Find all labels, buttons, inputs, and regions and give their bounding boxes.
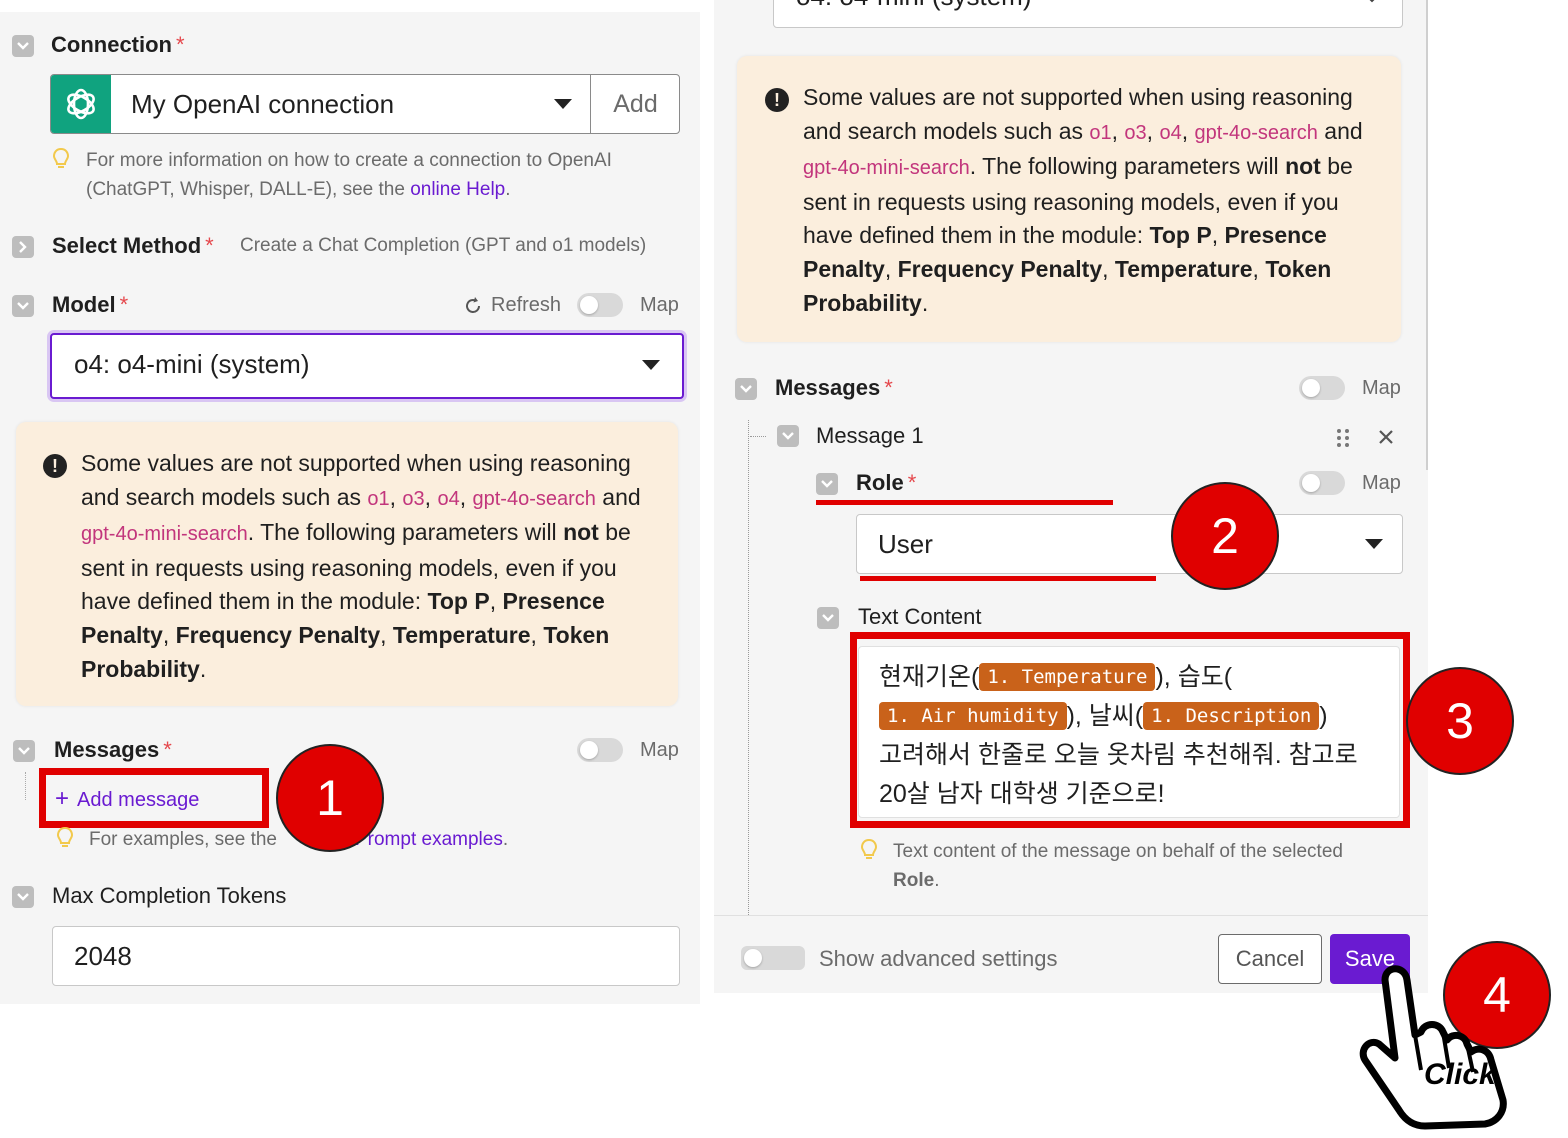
connection-collapse-icon[interactable]: [12, 35, 34, 57]
prompt-examples-link[interactable]: Prompt examples: [355, 829, 503, 850]
connection-value: My OpenAI connection: [131, 89, 395, 119]
role-map-label: Map: [1362, 472, 1401, 494]
message1-collapse-icon[interactable]: [777, 425, 799, 447]
close-icon[interactable]: [1378, 429, 1394, 445]
max-tokens-label: Max Completion Tokens: [52, 883, 287, 908]
method-expand-icon[interactable]: [12, 236, 34, 258]
warning-icon: !: [765, 88, 789, 112]
max-tokens-collapse-icon[interactable]: [12, 886, 34, 908]
role-collapse-icon[interactable]: [816, 473, 838, 495]
highlight-add-message: [39, 768, 269, 828]
messages-map-label: Map: [640, 739, 679, 761]
right-messages-map-toggle[interactable]: [1299, 376, 1345, 400]
right-panel-footer-divider: [714, 915, 1428, 916]
highlight-user-underline: [860, 576, 1156, 581]
model-dropdown-icon[interactable]: [642, 360, 660, 370]
messages-tree-branch: [750, 436, 766, 438]
right-messages-label: Messages *: [775, 375, 893, 400]
connection-select[interactable]: My OpenAI connection Add: [50, 74, 680, 134]
text-content-collapse-icon[interactable]: [817, 607, 839, 629]
highlight-text-content: [850, 632, 1410, 828]
annotation-3: 3: [1406, 667, 1514, 775]
pointing-hand-icon: [1359, 965, 1507, 1130]
right-messages-collapse-icon[interactable]: [735, 378, 757, 400]
connection-label: Connection *: [51, 32, 185, 57]
model-map-toggle[interactable]: [577, 293, 623, 317]
right-panel-scroll-edge: [1426, 0, 1428, 470]
role-select[interactable]: User: [856, 514, 1403, 574]
click-label: Click: [1424, 1058, 1496, 1091]
highlight-role-underline: [816, 500, 1113, 505]
method-value: Create a Chat Completion (GPT and o1 mod…: [240, 235, 647, 256]
role-value: User: [878, 529, 933, 559]
message1-label: Message 1: [816, 423, 924, 448]
messages-tree-line: [748, 420, 750, 915]
model-value: o4: o4-mini (system): [74, 349, 310, 379]
connection-dropdown-icon[interactable]: [554, 99, 572, 109]
cancel-button[interactable]: Cancel: [1218, 934, 1322, 984]
right-warning-text: Some values are not supported when using…: [803, 84, 1363, 316]
max-tokens-value: 2048: [74, 941, 132, 971]
warning-icon: !: [43, 454, 67, 478]
connection-hint: For more information on how to create a …: [86, 150, 612, 200]
chevron-down-icon[interactable]: [1364, 0, 1380, 3]
lightbulb-icon: [860, 838, 878, 859]
refresh-icon[interactable]: [463, 296, 483, 316]
openai-logo-icon: [51, 75, 111, 133]
right-messages-map-label: Map: [1362, 377, 1401, 399]
model-label: Model *: [52, 292, 129, 317]
messages-collapse-icon[interactable]: [13, 740, 35, 762]
online-help-link[interactable]: online Help: [410, 179, 505, 200]
role-label: Role *: [856, 470, 917, 495]
right-model-value: o4: o4-mini (system): [796, 0, 1032, 12]
role-dropdown-icon[interactable]: [1365, 539, 1383, 549]
lightbulb-icon: [56, 826, 74, 847]
advanced-settings-toggle[interactable]: [741, 946, 805, 970]
advanced-settings-label: Show advanced settings: [819, 946, 1058, 971]
messages-label: Messages *: [54, 737, 172, 762]
connection-add-button[interactable]: Add: [590, 75, 680, 133]
annotation-1: 1: [276, 744, 384, 852]
left-warning-text: Some values are not supported when using…: [81, 450, 641, 682]
messages-map-toggle[interactable]: [577, 738, 623, 762]
model-map-label: Map: [640, 294, 679, 316]
annotation-2: 2: [1171, 482, 1279, 590]
role-map-toggle[interactable]: [1299, 471, 1345, 495]
model-select[interactable]: o4: o4-mini (system): [50, 333, 684, 399]
text-content-hint: Text content of the message on behalf of…: [893, 841, 1343, 891]
messages-tree-line: [25, 772, 27, 800]
method-label: Select Method *: [52, 233, 214, 258]
max-tokens-input[interactable]: 2048: [52, 926, 680, 986]
model-collapse-icon[interactable]: [12, 295, 34, 317]
drag-handle-icon[interactable]: [1336, 428, 1350, 448]
model-refresh-button[interactable]: Refresh: [491, 294, 561, 317]
text-content-label: Text Content: [858, 604, 982, 629]
lightbulb-icon: [52, 147, 70, 168]
right-model-select[interactable]: o4: o4-mini (system): [773, 0, 1403, 28]
